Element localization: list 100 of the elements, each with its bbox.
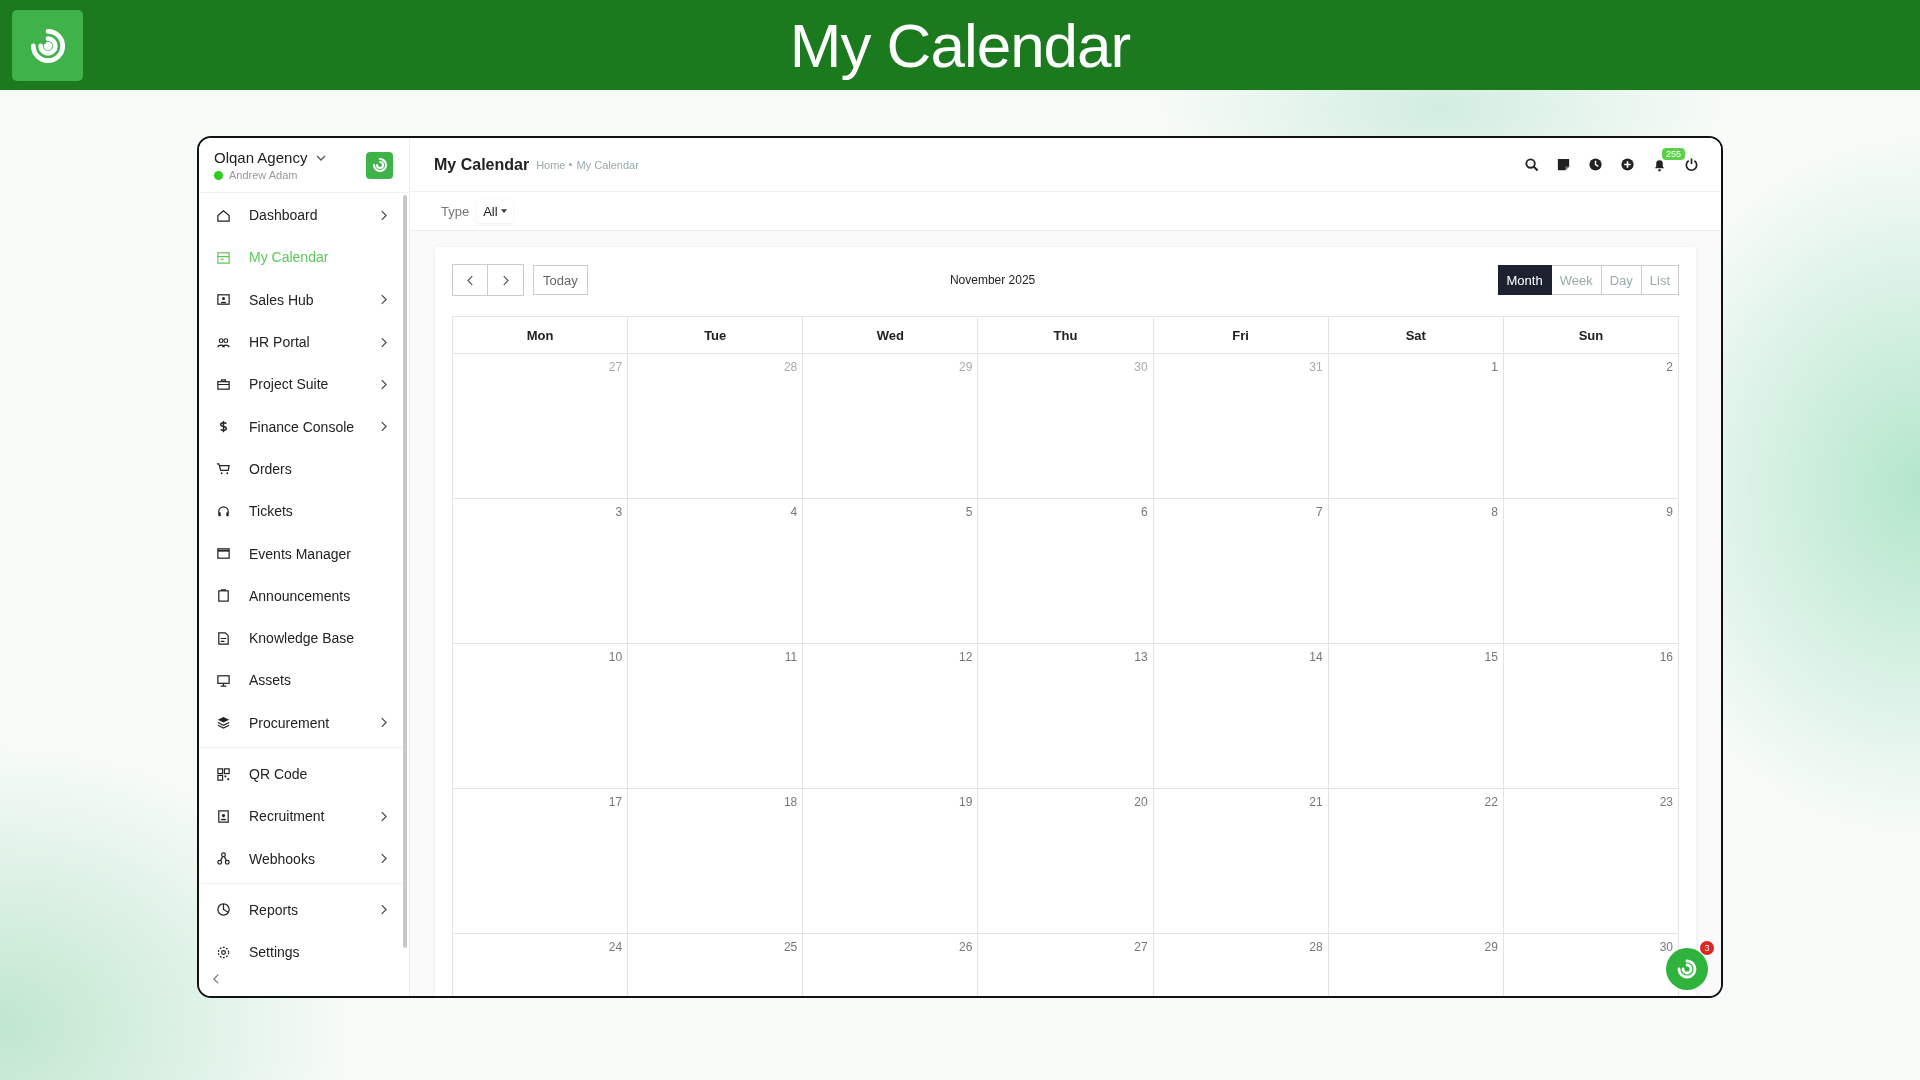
nav-item[interactable]: HR Portal: [199, 320, 403, 364]
nav-item[interactable]: Knowledge Base: [199, 616, 403, 660]
nav-item[interactable]: Dashboard: [199, 194, 403, 237]
calendar-period: November 2025: [949, 273, 1036, 287]
nav-item[interactable]: Events Manager: [199, 532, 403, 575]
view-tab[interactable]: List: [1641, 265, 1679, 295]
user-name: Andrew Adam: [229, 169, 298, 181]
weekday-header: Wed: [803, 317, 979, 354]
day-number[interactable]: 11: [784, 650, 798, 664]
organization-name[interactable]: Olqan Agency: [214, 149, 308, 166]
house-icon: [216, 207, 231, 223]
nodes-icon: [216, 851, 231, 867]
nav-item[interactable]: QR Code: [199, 752, 403, 796]
app-logo[interactable]: [366, 151, 393, 179]
day-number[interactable]: 13: [1134, 650, 1148, 664]
chevron-left-icon: [466, 274, 474, 286]
swirl-icon: [370, 156, 389, 174]
banner-title: My Calendar: [789, 9, 1131, 81]
day-number[interactable]: 16: [1659, 650, 1673, 664]
day-number[interactable]: 28: [783, 360, 798, 374]
day-number[interactable]: 27: [1134, 940, 1148, 954]
weekday-header: Sat: [1328, 317, 1504, 354]
day-number[interactable]: 17: [608, 795, 623, 809]
view-tab[interactable]: Month: [1497, 265, 1552, 295]
briefcase-icon: [216, 376, 231, 392]
notification-badge: 255: [1662, 148, 1686, 160]
nav-item[interactable]: Recruitment: [199, 795, 403, 838]
today-button[interactable]: Today: [533, 265, 588, 295]
day-number[interactable]: 10: [608, 650, 623, 664]
clipboard-icon: [216, 588, 231, 604]
breadcrumb-separator: [569, 163, 573, 166]
day-number[interactable]: 28: [1309, 940, 1323, 954]
day-number[interactable]: 12: [959, 650, 973, 664]
headset-icon: [216, 503, 231, 519]
nav-item[interactable]: Tickets: [199, 490, 403, 533]
clock-icon[interactable]: [1588, 157, 1603, 172]
id-card-icon: [216, 292, 231, 308]
day-number[interactable]: 20: [1134, 795, 1148, 809]
nav-item[interactable]: Finance Console: [199, 405, 403, 448]
notification-badge: 3: [1700, 941, 1714, 955]
day-number[interactable]: 2: [1666, 360, 1673, 374]
nav-item[interactable]: Project Suite: [199, 363, 403, 406]
document-icon: [216, 630, 231, 646]
day-number[interactable]: 7: [1316, 505, 1323, 519]
collapse-sidebar-icon[interactable]: [213, 973, 220, 985]
day-number[interactable]: 19: [959, 795, 973, 809]
day-number[interactable]: 21: [1309, 795, 1323, 809]
weekday-header: Fri: [1153, 317, 1329, 354]
nav-item[interactable]: Sales Hub: [199, 278, 403, 321]
power-icon[interactable]: [1684, 157, 1699, 172]
type-dropdown[interactable]: All: [477, 199, 513, 223]
day-number[interactable]: 6: [1140, 505, 1148, 519]
day-number[interactable]: 15: [1484, 650, 1498, 664]
plus-circle-icon[interactable]: [1620, 157, 1635, 172]
swirl-icon: [1675, 957, 1699, 981]
day-number[interactable]: 24: [608, 940, 623, 954]
day-number[interactable]: 29: [1484, 940, 1498, 954]
monitor-icon: [216, 672, 231, 688]
page-title: My Calendar: [434, 155, 530, 174]
calendar-icon: [216, 249, 231, 265]
search-icon[interactable]: [1524, 157, 1539, 172]
day-number[interactable]: 29: [959, 360, 973, 374]
nav-item[interactable]: Reports: [199, 888, 403, 932]
weekday-header: Thu: [978, 317, 1154, 354]
nav-item[interactable]: Assets: [199, 659, 403, 702]
weekday-header: Tue: [628, 317, 804, 354]
day-number[interactable]: 30: [1134, 360, 1148, 374]
day-number[interactable]: 23: [1659, 795, 1673, 809]
day-number[interactable]: 25: [783, 940, 798, 954]
nav-item[interactable]: Announcements: [199, 574, 403, 617]
breadcrumb-link[interactable]: My Calendar: [576, 158, 639, 171]
day-number[interactable]: 26: [959, 940, 973, 954]
day-number[interactable]: 18: [783, 795, 798, 809]
bell-icon[interactable]: [1652, 157, 1667, 172]
qr-code-icon: [216, 766, 231, 782]
day-number[interactable]: 5: [965, 505, 973, 519]
nav-item[interactable]: Webhooks: [199, 837, 403, 880]
chevron-down-icon[interactable]: [316, 154, 327, 161]
cart-icon: [216, 461, 231, 477]
view-tab[interactable]: Day: [1601, 265, 1642, 295]
day-number[interactable]: 8: [1491, 505, 1498, 519]
note-icon[interactable]: [1556, 157, 1571, 172]
weekday-header: Sun: [1503, 317, 1679, 354]
layers-icon: [216, 715, 231, 731]
day-number[interactable]: 3: [615, 505, 623, 519]
badge-icon: [216, 808, 231, 824]
view-tab[interactable]: Week: [1551, 265, 1602, 295]
breadcrumb-link[interactable]: Home: [536, 158, 566, 171]
day-number[interactable]: 14: [1309, 650, 1323, 664]
day-number[interactable]: 9: [1666, 505, 1673, 519]
nav-item[interactable]: Orders: [199, 447, 403, 491]
nav-item[interactable]: Settings: [199, 931, 403, 962]
scrollbar[interactable]: [403, 195, 407, 948]
nav-item[interactable]: Procurement: [199, 701, 403, 744]
day-number[interactable]: 4: [790, 505, 798, 519]
day-number[interactable]: 22: [1484, 795, 1498, 809]
day-number[interactable]: 1: [1491, 360, 1498, 374]
day-number[interactable]: 30: [1659, 940, 1673, 954]
weekday-header: Mon: [453, 317, 629, 354]
filter-label: Type: [441, 203, 470, 219]
